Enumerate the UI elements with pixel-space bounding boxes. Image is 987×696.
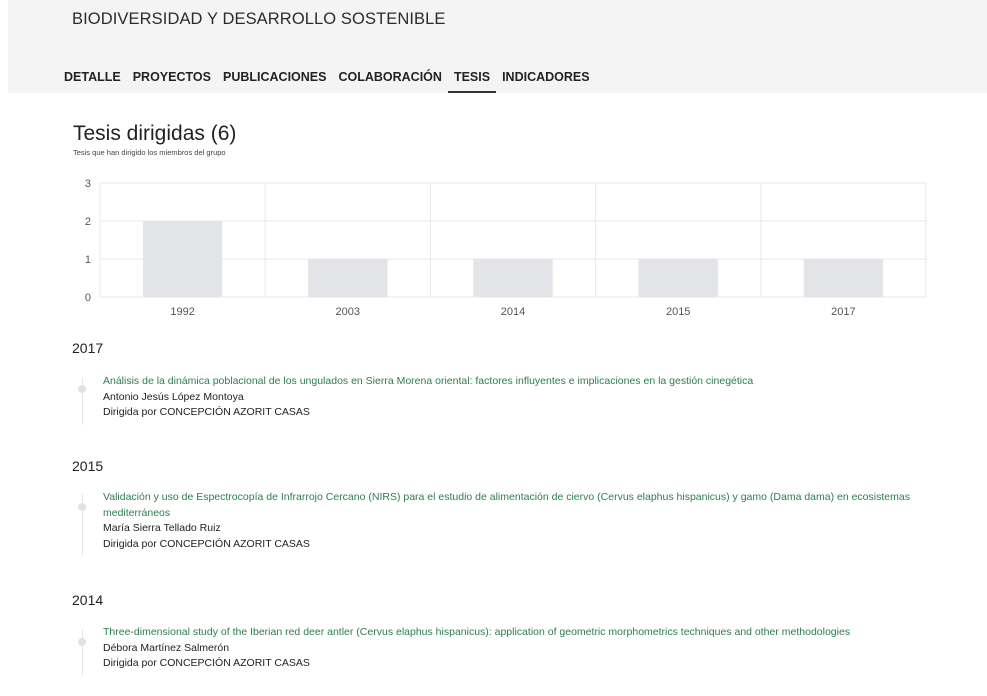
thesis-director: Dirigida por CONCEPCIÓN AZORIT CASAS xyxy=(103,537,310,550)
bar xyxy=(803,259,884,297)
theses-bar-chart: 0 1 2 3 1992 2003 2014 2015 2017 xyxy=(85,178,927,318)
x-tick-label: 2014 xyxy=(501,306,525,318)
thesis-item: Three-dimensional study of the Iberian r… xyxy=(78,625,962,676)
x-tick-label: 2015 xyxy=(666,306,690,318)
thesis-title-link[interactable]: Three-dimensional study of the Iberian r… xyxy=(103,625,962,641)
y-tick-label: 0 xyxy=(85,292,91,304)
tab-colaboracion[interactable]: COLABORACIÓN xyxy=(338,64,441,91)
tab-tesis[interactable]: TESIS xyxy=(447,64,497,93)
section-subtitle: Tesis que han dirigido los miembros del … xyxy=(73,148,226,157)
timeline-dot-icon xyxy=(78,638,86,646)
thesis-title-link[interactable]: Validación y uso de Espectrocopía de Inf… xyxy=(103,490,962,521)
thesis-title-link[interactable]: Análisis de la dinámica poblacional de l… xyxy=(103,374,962,390)
tab-proyectos[interactable]: PROYECTOS xyxy=(133,64,211,91)
bar xyxy=(638,259,718,297)
thesis-item: Análisis de la dinámica poblacional de l… xyxy=(78,374,962,425)
y-tick-label: 2 xyxy=(85,216,91,228)
tab-bar: DETALLE PROYECTOS PUBLICACIONES COLABORA… xyxy=(64,64,602,93)
section-title: Tesis dirigidas (6) xyxy=(73,122,237,145)
timeline-line xyxy=(82,629,83,676)
thesis-author: Débora Martínez Salmerón xyxy=(103,641,230,654)
thesis-director: Dirigida por CONCEPCIÓN AZORIT CASAS xyxy=(103,406,310,418)
thesis-item: Validación y uso de Espectrocopía de Inf… xyxy=(78,490,962,556)
timeline-dot-icon xyxy=(78,503,86,511)
group-title: BIODIVERSIDAD Y DESARROLLO SOSTENIBLE xyxy=(72,10,446,28)
timeline-dot-icon xyxy=(78,385,86,393)
x-tick-label: 1992 xyxy=(170,306,194,318)
y-tick-label: 3 xyxy=(85,178,91,190)
tab-indicadores[interactable]: INDICADORES xyxy=(502,64,590,91)
year-heading: 2014 xyxy=(72,592,104,608)
thesis-author: María Sierra Tellado Ruiz xyxy=(103,522,221,534)
x-tick-label: 2003 xyxy=(336,306,360,318)
bar xyxy=(142,221,223,297)
tab-publicaciones[interactable]: PUBLICACIONES xyxy=(223,64,326,91)
y-tick-label: 1 xyxy=(85,254,91,266)
bar xyxy=(473,259,553,297)
year-heading: 2017 xyxy=(72,340,104,356)
bar xyxy=(308,259,388,297)
thesis-author: Antonio Jesús López Montoya xyxy=(103,390,244,403)
thesis-director: Dirigida por CONCEPCIÓN AZORIT CASAS xyxy=(103,657,310,669)
x-tick-label: 2017 xyxy=(831,306,855,318)
year-heading: 2015 xyxy=(72,458,104,474)
tab-detalle[interactable]: DETALLE xyxy=(64,64,121,91)
